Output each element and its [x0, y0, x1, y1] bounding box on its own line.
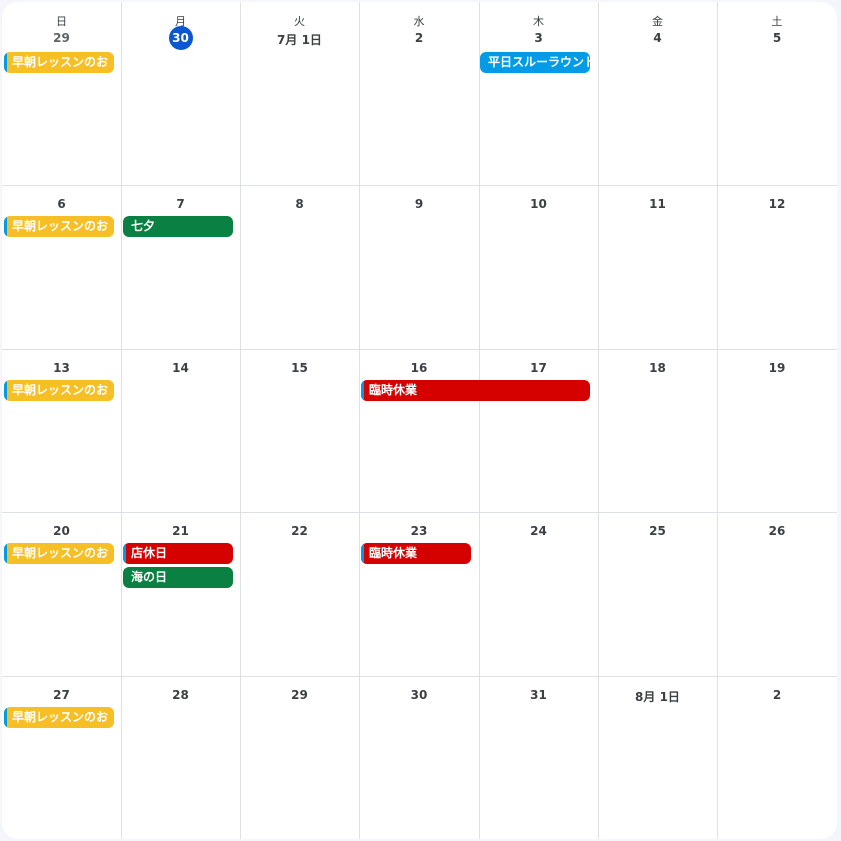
day-number[interactable]: 17: [479, 361, 598, 375]
day-number[interactable]: 2: [359, 31, 479, 45]
event-chip[interactable]: 早朝レッスンのお: [4, 707, 114, 728]
day-number[interactable]: 2: [717, 688, 837, 702]
day-cell[interactable]: 20: [2, 513, 121, 676]
weekday-label: 水: [413, 15, 425, 28]
day-number[interactable]: 3: [479, 31, 598, 45]
day-number[interactable]: 6: [2, 197, 121, 211]
day-number[interactable]: 9: [359, 197, 479, 211]
day-number[interactable]: 22: [240, 524, 359, 538]
day-cell[interactable]: 22: [240, 513, 359, 676]
day-number[interactable]: 13: [2, 361, 121, 375]
day-number[interactable]: 8: [240, 197, 359, 211]
day-number[interactable]: 31: [479, 688, 598, 702]
day-cell[interactable]: 10: [479, 186, 598, 349]
day-cell[interactable]: 14: [121, 350, 240, 512]
event-chip[interactable]: 早朝レッスンのお: [4, 52, 114, 73]
day-number[interactable]: 14: [121, 361, 240, 375]
day-cell[interactable]: 24: [479, 513, 598, 676]
day-cell[interactable]: 8月 1日: [598, 677, 717, 839]
day-number[interactable]: 19: [717, 361, 837, 375]
day-cell[interactable]: 火 7月 1日: [240, 2, 359, 185]
event-chip[interactable]: 海の日: [123, 567, 233, 588]
day-number[interactable]: 4: [598, 31, 717, 45]
day-number[interactable]: 29: [2, 31, 121, 45]
day-number[interactable]: 26: [717, 524, 837, 538]
day-cell[interactable]: 月 30: [121, 2, 240, 185]
day-cell[interactable]: 6: [2, 186, 121, 349]
day-cell[interactable]: 29: [240, 677, 359, 839]
day-cell[interactable]: 日 29: [2, 2, 121, 185]
day-number[interactable]: 25: [598, 524, 717, 538]
today-indicator[interactable]: 30: [168, 26, 193, 50]
day-cell[interactable]: 30: [359, 677, 479, 839]
event-chip[interactable]: 臨時休業: [361, 380, 590, 401]
day-number-today[interactable]: 30: [121, 26, 240, 50]
day-number[interactable]: 8月 1日: [598, 688, 717, 705]
day-cell[interactable]: 28: [121, 677, 240, 839]
day-cell[interactable]: 26: [717, 513, 837, 676]
event-chip[interactable]: 早朝レッスンのお: [4, 216, 114, 237]
day-cell[interactable]: 2: [717, 677, 837, 839]
weekday-label: 火: [294, 15, 305, 28]
day-cell[interactable]: 7: [121, 186, 240, 349]
event-chip[interactable]: 七夕: [123, 216, 233, 237]
event-chip[interactable]: 早朝レッスンのお: [4, 543, 114, 564]
day-cell[interactable]: 15: [240, 350, 359, 512]
event-chip[interactable]: 店休日: [123, 543, 233, 564]
day-number[interactable]: 24: [479, 524, 598, 538]
day-number[interactable]: 15: [240, 361, 359, 375]
day-number[interactable]: 5: [717, 31, 837, 45]
day-number[interactable]: 7: [121, 197, 240, 211]
day-cell[interactable]: 23: [359, 513, 479, 676]
day-cell[interactable]: 31: [479, 677, 598, 839]
day-number[interactable]: 12: [717, 197, 837, 211]
day-cell[interactable]: 21: [121, 513, 240, 676]
day-number[interactable]: 20: [2, 524, 121, 538]
day-number[interactable]: 10: [479, 197, 598, 211]
day-cell[interactable]: 11: [598, 186, 717, 349]
day-number[interactable]: 7月 1日: [240, 31, 359, 48]
day-number[interactable]: 18: [598, 361, 717, 375]
day-number[interactable]: 28: [121, 688, 240, 702]
weekday-label: 金: [652, 15, 663, 28]
day-cell[interactable]: 金 4: [598, 2, 717, 185]
day-cell[interactable]: 木 3: [479, 2, 598, 185]
event-chip[interactable]: 平日スルーラウンド: [480, 52, 590, 73]
month-calendar-grid: 日 29 月 30 火 7月 1日 水 2 木 3 金 4 土 5 6 7 8 …: [2, 2, 837, 839]
weekday-label: 土: [771, 15, 783, 28]
day-cell[interactable]: 12: [717, 186, 837, 349]
weekday-label: 木: [533, 15, 544, 28]
day-number[interactable]: 11: [598, 197, 717, 211]
day-cell[interactable]: 13: [2, 350, 121, 512]
day-cell[interactable]: 18: [598, 350, 717, 512]
day-cell[interactable]: 水 2: [359, 2, 479, 185]
day-cell[interactable]: 17: [479, 350, 598, 512]
day-cell[interactable]: 25: [598, 513, 717, 676]
weekday-label: 日: [56, 15, 67, 28]
day-cell[interactable]: 19: [717, 350, 837, 512]
day-number[interactable]: 29: [240, 688, 359, 702]
day-cell[interactable]: 9: [359, 186, 479, 349]
day-cell[interactable]: 27: [2, 677, 121, 839]
day-number[interactable]: 23: [359, 524, 479, 538]
day-number[interactable]: 21: [121, 524, 240, 538]
event-chip[interactable]: 早朝レッスンのお: [4, 380, 114, 401]
day-number[interactable]: 27: [2, 688, 121, 702]
day-cell[interactable]: 土 5: [717, 2, 837, 185]
day-number[interactable]: 16: [359, 361, 479, 375]
event-chip[interactable]: 臨時休業: [361, 543, 471, 564]
day-cell[interactable]: 8: [240, 186, 359, 349]
day-cell[interactable]: 16: [359, 350, 479, 512]
day-number[interactable]: 30: [359, 688, 479, 702]
